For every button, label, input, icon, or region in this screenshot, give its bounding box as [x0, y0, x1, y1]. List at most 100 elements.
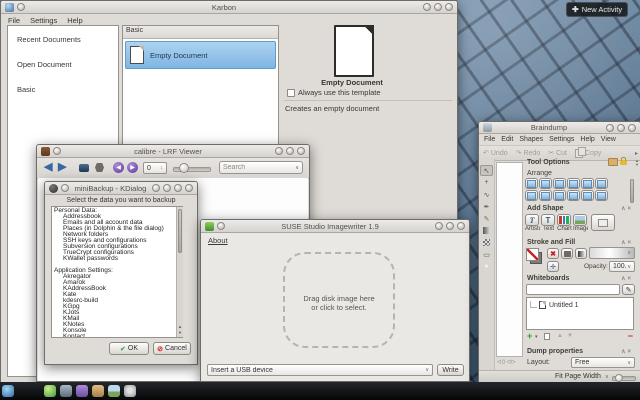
minimize-button[interactable]: [435, 222, 443, 230]
window-menu-button[interactable]: [61, 184, 69, 192]
arrange-button[interactable]: [539, 178, 552, 189]
launcher-icon[interactable]: [108, 385, 120, 397]
maximize-button[interactable]: [446, 222, 454, 230]
tool-button[interactable]: [480, 261, 493, 272]
toolbar-button[interactable]: Cut: [544, 149, 571, 157]
minibackup-titlebar[interactable]: miniBackup - KDialog: [45, 182, 197, 195]
tool-button[interactable]: [480, 189, 493, 200]
docker-scroll-icons[interactable]: ▲▼: [635, 159, 639, 167]
add-shape-header[interactable]: Add Shape ∧ ×: [525, 205, 633, 212]
list-scrollbar[interactable]: ▲ ▼: [176, 207, 183, 337]
close-docker-icon[interactable]: ×: [627, 276, 631, 282]
tool-button[interactable]: [480, 201, 493, 212]
board-name-input[interactable]: [526, 284, 620, 295]
close-button[interactable]: [445, 3, 453, 11]
close-button[interactable]: [628, 124, 636, 132]
karbon-titlebar[interactable]: Karbon: [1, 1, 457, 14]
tool-button[interactable]: [480, 237, 493, 248]
next-section-button[interactable]: ▶: [127, 162, 138, 173]
gradient-preset-combobox[interactable]: ∨: [589, 247, 635, 259]
shape-collection-button[interactable]: [591, 214, 615, 231]
sidebar-item[interactable]: Recent Documents: [9, 27, 117, 51]
sidebar-item[interactable]: Open Document: [9, 52, 117, 76]
close-docker-icon[interactable]: ×: [627, 240, 631, 246]
toolbar-overflow-icon[interactable]: ▸: [635, 150, 638, 157]
braindump-titlebar[interactable]: Braindump: [479, 122, 640, 134]
shape-button[interactable]: Artistic: [525, 214, 540, 232]
tool-button[interactable]: [480, 213, 493, 224]
whiteboard-list[interactable]: Untitled 1: [526, 297, 634, 330]
close-button[interactable]: [457, 222, 465, 230]
configure-icon[interactable]: [95, 163, 104, 172]
tool-options-header[interactable]: Tool Options: [525, 158, 629, 166]
launcher-icon[interactable]: [76, 385, 88, 397]
no-fill-button[interactable]: ✖: [547, 248, 559, 259]
maximize-button[interactable]: [174, 184, 182, 192]
stroke-fill-indicator[interactable]: [526, 248, 542, 264]
launcher-icon[interactable]: [60, 385, 72, 397]
add-board-menu-icon[interactable]: ▾: [535, 334, 538, 340]
about-link[interactable]: About: [208, 236, 228, 245]
window-menu-button[interactable]: [17, 3, 25, 11]
list-item[interactable]: Kontact: [54, 334, 180, 338]
maximize-button[interactable]: [286, 147, 294, 155]
launcher-icon[interactable]: [2, 385, 14, 397]
opacity-spinbox[interactable]: 100.00 ∨: [609, 261, 635, 272]
stepper-icon[interactable]: ↕: [161, 165, 164, 171]
toolbar-button[interactable]: Redo: [512, 149, 545, 157]
move-up-button[interactable]: ▲: [557, 333, 563, 339]
search-input[interactable]: Search ∨: [219, 161, 303, 174]
template-item[interactable]: Empty Document: [125, 41, 276, 69]
previous-section-button[interactable]: ◀: [113, 162, 124, 173]
maximize-button[interactable]: [434, 3, 442, 11]
new-activity-button[interactable]: ✚ New Activity: [566, 2, 628, 17]
shape-button[interactable]: Image: [573, 214, 588, 232]
backup-item-list[interactable]: Personal Data:AddressbookEmails and all …: [51, 206, 183, 338]
menu-item[interactable]: Settings: [546, 135, 577, 144]
minimize-button[interactable]: [423, 3, 431, 11]
tool-button[interactable]: [480, 165, 493, 176]
duplicate-board-button[interactable]: [544, 333, 550, 340]
canvas[interactable]: [496, 162, 523, 357]
menu-item[interactable]: Help: [577, 135, 597, 144]
close-button[interactable]: [297, 147, 305, 155]
page-spinbox[interactable]: 0 ↕: [143, 162, 167, 174]
arrange-button[interactable]: [525, 190, 538, 201]
position-slider[interactable]: [173, 162, 211, 174]
shape-button[interactable]: Text: [541, 214, 556, 232]
close-docker-icon[interactable]: ×: [627, 349, 631, 355]
tool-button[interactable]: [480, 177, 493, 188]
lock-icon[interactable]: [620, 160, 627, 165]
calibre-titlebar[interactable]: calibre - LRF Viewer: [37, 145, 309, 158]
toolbar-button[interactable]: Undo: [479, 149, 512, 157]
rename-board-button[interactable]: ✎: [622, 284, 635, 295]
docker-scrollbar[interactable]: [630, 179, 634, 203]
device-combobox[interactable]: Insert a USB device ∨: [207, 364, 433, 376]
menu-item[interactable]: View: [598, 135, 619, 144]
forward-button[interactable]: ▶: [58, 162, 66, 173]
move-down-button[interactable]: ▼: [567, 333, 573, 339]
launcher-icon[interactable]: [92, 385, 104, 397]
float-docker-icon[interactable]: ∧: [621, 206, 625, 212]
arrange-button[interactable]: [581, 190, 594, 201]
tool-button[interactable]: [480, 249, 493, 260]
sidebar-item[interactable]: Basic: [9, 77, 117, 101]
pattern-options-button[interactable]: ✛: [547, 261, 559, 272]
arrange-button[interactable]: [525, 178, 538, 189]
back-button[interactable]: ◀: [44, 162, 52, 173]
canvas-hscrollbar[interactable]: ◁ ▯ ◁ ▷: [497, 359, 515, 365]
window-menu-button[interactable]: [217, 222, 225, 230]
arrange-button[interactable]: [567, 178, 580, 189]
layout-combobox[interactable]: Free ∨: [571, 357, 635, 368]
close-button[interactable]: [185, 184, 193, 192]
arrange-button[interactable]: [595, 190, 608, 201]
arrange-button[interactable]: [539, 190, 552, 201]
open-file-icon[interactable]: [79, 164, 89, 172]
zoom-mode-label[interactable]: Fit Page Width: [555, 373, 601, 380]
launcher-icon[interactable]: [124, 385, 136, 397]
menu-item[interactable]: File: [481, 135, 498, 144]
maximize-button[interactable]: [617, 124, 625, 132]
launcher-icon[interactable]: [44, 385, 56, 397]
imagewriter-titlebar[interactable]: SUSE Studio Imagewriter 1.9: [201, 220, 469, 233]
menu-item[interactable]: Edit: [498, 135, 516, 144]
